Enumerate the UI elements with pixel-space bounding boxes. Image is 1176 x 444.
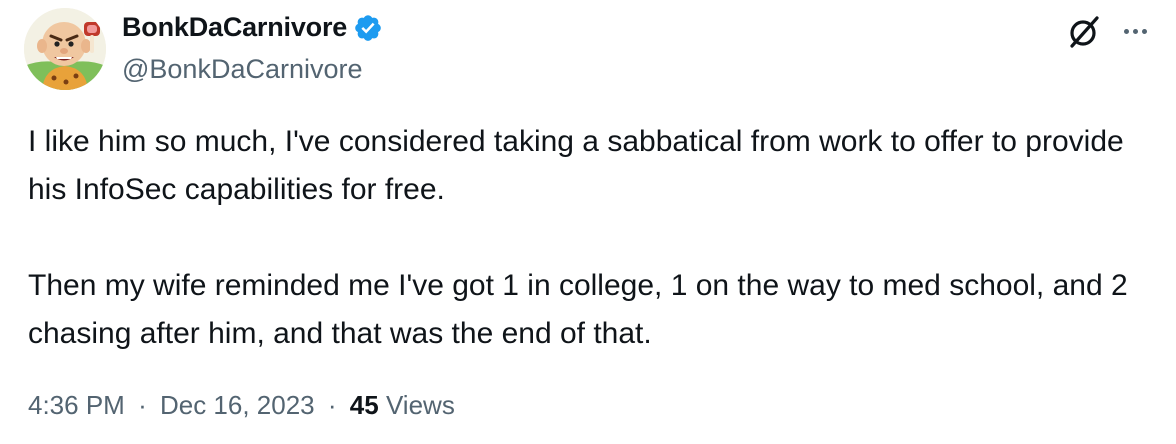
tweet-time[interactable]: 4:36 PM (28, 390, 125, 420)
meta-separator: · (327, 390, 337, 420)
more-options-icon[interactable] (1118, 16, 1152, 46)
grok-icon[interactable] (1064, 12, 1104, 52)
views-label: Views (385, 390, 455, 420)
author-name-row: BonkDaCarnivore (122, 12, 383, 43)
tweet-paragraph: I like him so much, I've considered taki… (28, 125, 1124, 206)
meta-separator: · (138, 390, 147, 420)
tweet-date[interactable]: Dec 16, 2023 (160, 390, 315, 420)
avatar[interactable] (24, 8, 106, 90)
cartoon-caveman-avatar-icon (24, 8, 106, 90)
author-display-name[interactable]: BonkDaCarnivore (122, 12, 347, 43)
tweet-paragraph: Then my wife reminded me I've got 1 in c… (28, 269, 1128, 350)
verified-badge-icon[interactable] (353, 13, 383, 43)
more-dot (1123, 28, 1129, 34)
tweet-text: I like him so much, I've considered taki… (28, 118, 1158, 358)
more-dot (1141, 28, 1147, 34)
views-count: 45 (349, 390, 379, 420)
tweet-metadata: 4:36 PM · Dec 16, 2023 · 45 Views (28, 390, 455, 421)
author-handle[interactable]: @BonkDaCarnivore (122, 54, 363, 85)
tweet-card: BonkDaCarnivore @BonkDaCarnivore I like … (0, 0, 1176, 444)
more-dot (1132, 28, 1138, 34)
